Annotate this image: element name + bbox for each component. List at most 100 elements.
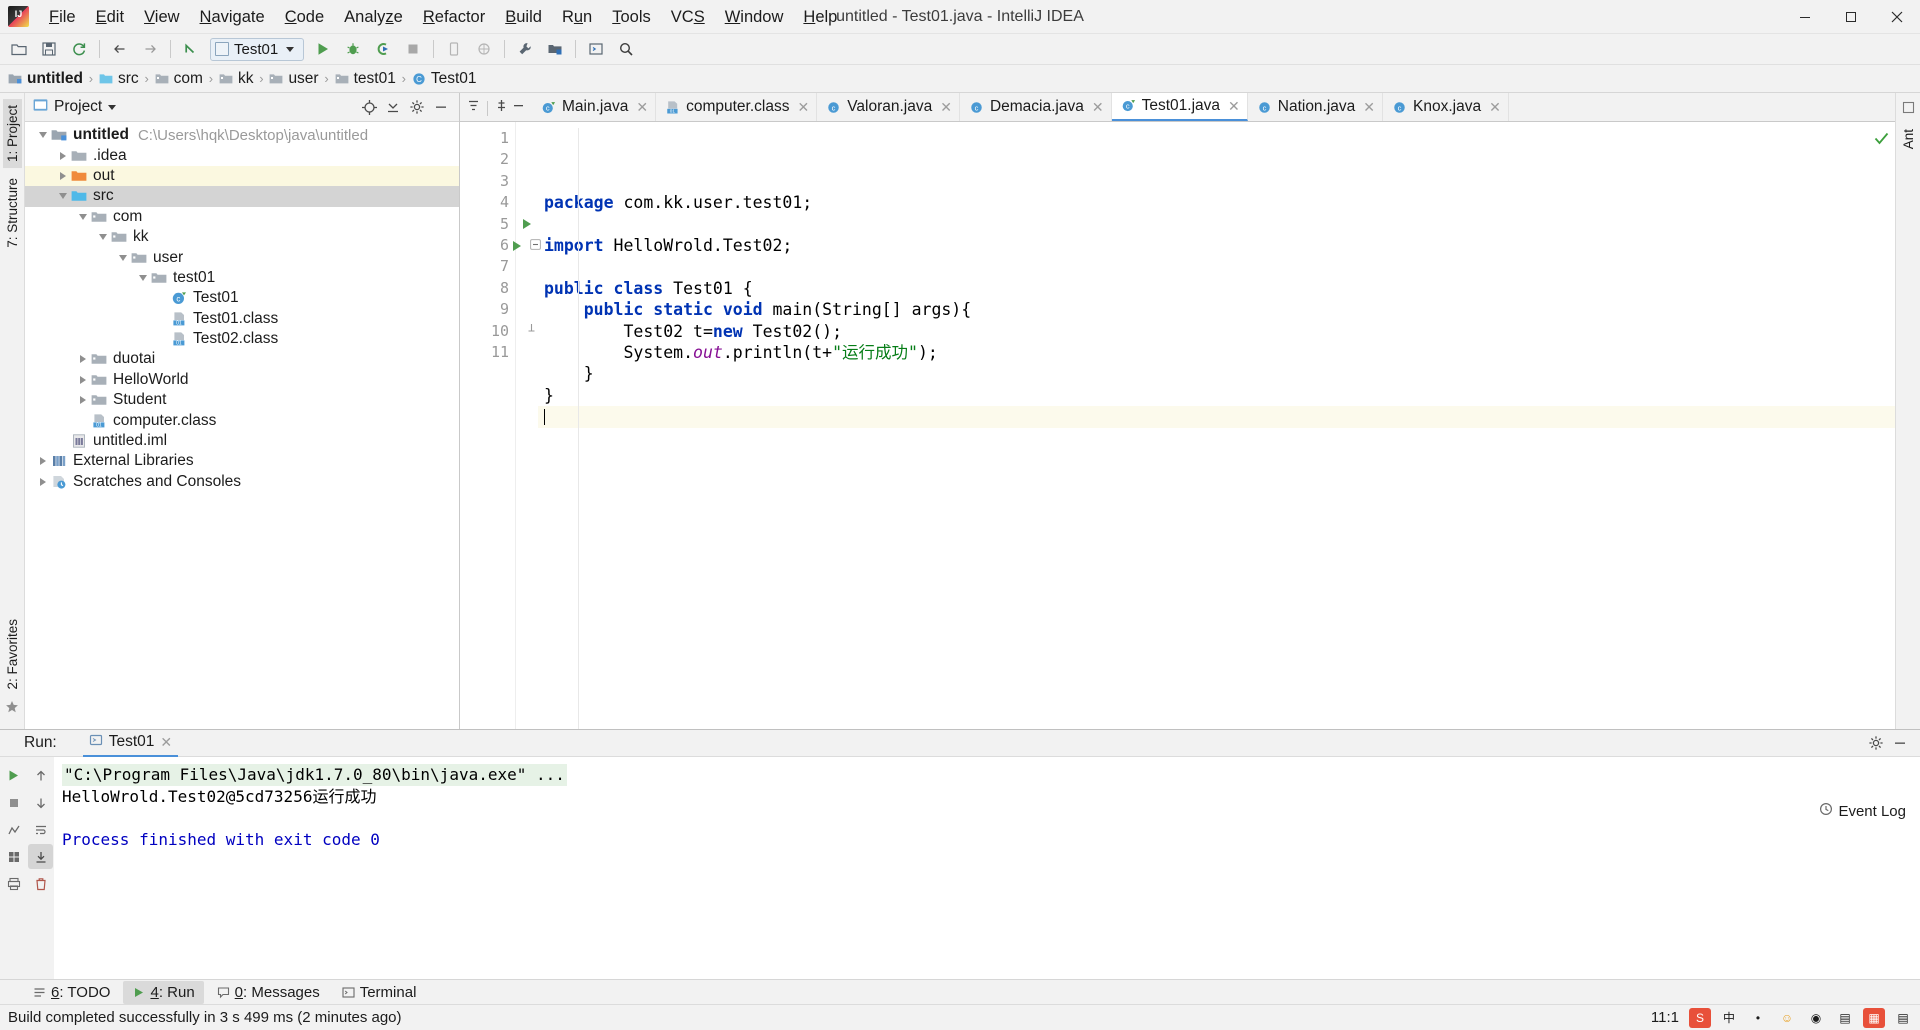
code-line[interactable]: import HelloWrold.Test02; xyxy=(538,235,1895,256)
collapse-arrow-icon[interactable] xyxy=(115,250,131,266)
tree-node-untitled[interactable]: untitled C:\Users\hqk\Desktop\java\untitl… xyxy=(25,125,459,145)
locate-icon[interactable] xyxy=(357,96,381,119)
terminal-button[interactable] xyxy=(582,36,610,62)
sogou-ime-icon[interactable]: S xyxy=(1689,1007,1711,1028)
code-line[interactable]: Test02 t=new Test02(); xyxy=(538,321,1895,342)
gutter-marker-row[interactable] xyxy=(516,321,538,342)
expand-arrow-icon[interactable] xyxy=(55,148,71,164)
gutter-marker-row[interactable] xyxy=(516,214,538,235)
inspection-ok-check-icon[interactable] xyxy=(1873,130,1890,152)
tree-node-test01-class[interactable]: 01 Test01.class xyxy=(25,309,459,329)
tree-node-user[interactable]: user xyxy=(25,247,459,267)
menu-item-code[interactable]: Code xyxy=(275,4,334,30)
editor-tab-main-java[interactable]: c Main.java ✕ xyxy=(532,93,657,121)
tree-node-test02-class[interactable]: 01 Test02.class xyxy=(25,329,459,349)
settings-wrench-button[interactable] xyxy=(511,36,539,62)
fold-gutter[interactable] xyxy=(513,122,541,729)
bottom-tab-terminal[interactable]: Terminal xyxy=(333,981,426,1004)
menu-item-refactor[interactable]: Refactor xyxy=(413,4,495,30)
gutter-marker-row[interactable] xyxy=(513,235,541,256)
minimize-icon[interactable] xyxy=(1782,0,1828,34)
rerun-button[interactable] xyxy=(1,763,26,788)
expand-arrow-icon[interactable] xyxy=(75,392,91,408)
gutter-marker-row[interactable] xyxy=(516,171,538,192)
editor-tab-nation-java[interactable]: c Nation.java ✕ xyxy=(1248,93,1384,121)
ime-menu-icon[interactable]: ▤ xyxy=(1892,1007,1914,1028)
collapse-arrow-icon[interactable] xyxy=(135,270,151,286)
collapse-arrow-icon[interactable] xyxy=(55,188,71,204)
gutter-marker-row[interactable] xyxy=(516,342,538,363)
code-line[interactable]: public static void main(String[] args){ xyxy=(538,299,1895,320)
gutter-marker-row[interactable] xyxy=(516,256,538,277)
open-folder-icon[interactable] xyxy=(5,36,33,62)
gutter-marker-row[interactable] xyxy=(516,128,538,149)
menu-item-build[interactable]: Build xyxy=(495,4,552,30)
ime-keyboard-icon[interactable]: ▤ xyxy=(1834,1007,1856,1028)
close-icon[interactable] xyxy=(1874,0,1920,34)
code-line[interactable]: System.out.println(t+"运行成功"); xyxy=(538,342,1895,363)
breadcrumb-item-test01[interactable]: test01 xyxy=(335,70,396,88)
gear-icon[interactable] xyxy=(1864,732,1888,755)
close-icon[interactable]: ✕ xyxy=(1092,100,1104,114)
code-editor[interactable]: 1 2 3 4 5 6 7 8 9 10 11 package com.kk.user.test01… xyxy=(460,122,1895,729)
minimize-panel-icon[interactable] xyxy=(1888,732,1912,755)
maximize-rail-icon[interactable] xyxy=(1902,101,1915,119)
run-tab-test01[interactable]: Test01 ✕ xyxy=(82,730,179,757)
search-everywhere-button[interactable] xyxy=(612,36,640,62)
caret-position[interactable]: 11:1 xyxy=(1651,1009,1679,1026)
project-structure-button[interactable] xyxy=(541,36,569,62)
tree-node-com[interactable]: com xyxy=(25,207,459,227)
expand-arrow-icon[interactable] xyxy=(75,372,91,388)
fold-end-icon[interactable] xyxy=(517,322,537,340)
gutter-marker-row[interactable] xyxy=(516,278,538,299)
tree-node-duotai[interactable]: duotai xyxy=(25,349,459,369)
tree-node-scratches-and-consoles[interactable]: Scratches and Consoles xyxy=(25,472,459,492)
menu-item-window[interactable]: Window xyxy=(715,4,794,30)
rail-tab-ant[interactable]: Ant xyxy=(1899,123,1918,155)
breadcrumb-item-com[interactable]: com xyxy=(155,70,203,88)
stop-button[interactable] xyxy=(1,790,26,815)
ime-chinese-icon[interactable]: 中 xyxy=(1718,1007,1740,1028)
code-line[interactable] xyxy=(538,214,1895,235)
pin-tab-icon[interactable] xyxy=(494,98,509,118)
close-icon[interactable]: ✕ xyxy=(940,100,952,114)
bottom-tab-todo[interactable]: 6: TODO xyxy=(24,981,119,1004)
avd-manager-button[interactable] xyxy=(470,36,498,62)
event-log-button[interactable]: Event Log xyxy=(1819,802,1906,820)
chevron-down-icon[interactable] xyxy=(108,104,117,110)
run-gutter-icon[interactable] xyxy=(523,219,531,230)
gutter-marker-row[interactable] xyxy=(516,192,538,213)
collapse-all-icon[interactable] xyxy=(381,96,405,119)
menu-item-navigate[interactable]: Navigate xyxy=(190,4,275,30)
expand-arrow-icon[interactable] xyxy=(75,351,91,367)
android-device-button[interactable] xyxy=(440,36,468,62)
run-configuration-selector[interactable]: Test01 xyxy=(210,37,304,61)
menu-item-tools[interactable]: Tools xyxy=(602,4,661,30)
hide-icon[interactable] xyxy=(429,96,453,119)
hide-tabs-icon[interactable] xyxy=(511,98,526,118)
settings-gear-icon[interactable] xyxy=(405,96,429,119)
maximize-icon[interactable] xyxy=(1828,0,1874,34)
project-tree[interactable]: untitled C:\Users\hqk\Desktop\java\untitl… xyxy=(25,122,459,729)
tree-node-test01[interactable]: c Test01 xyxy=(25,288,459,308)
scroll-down-button[interactable] xyxy=(28,790,53,815)
tree-node-student[interactable]: Student xyxy=(25,390,459,410)
rail-tab-favorites[interactable]: 2: Favorites xyxy=(3,613,22,696)
menu-item-help[interactable]: Help xyxy=(793,4,847,30)
run-button[interactable] xyxy=(309,36,337,62)
close-icon[interactable]: ✕ xyxy=(797,100,809,114)
menu-item-edit[interactable]: Edit xyxy=(86,4,134,30)
chevron-down-icon[interactable] xyxy=(286,46,295,52)
clear-all-button[interactable] xyxy=(28,871,53,896)
rail-tab-project[interactable]: 1: Project xyxy=(2,99,22,169)
ime-halfwidth-icon[interactable]: • xyxy=(1747,1007,1769,1028)
collapse-arrow-icon[interactable] xyxy=(75,209,91,225)
run-with-coverage-button[interactable] xyxy=(369,36,397,62)
menu-item-analyze[interactable]: Analyze xyxy=(334,4,413,30)
debug-button[interactable] xyxy=(339,36,367,62)
tree-node--idea[interactable]: .idea xyxy=(25,145,459,165)
tree-node-computer-class[interactable]: 01 computer.class xyxy=(25,410,459,430)
tree-node-untitled-iml[interactable]: untitled.iml xyxy=(25,431,459,451)
forward-icon[interactable] xyxy=(136,36,164,62)
scroll-up-button[interactable] xyxy=(28,763,53,788)
